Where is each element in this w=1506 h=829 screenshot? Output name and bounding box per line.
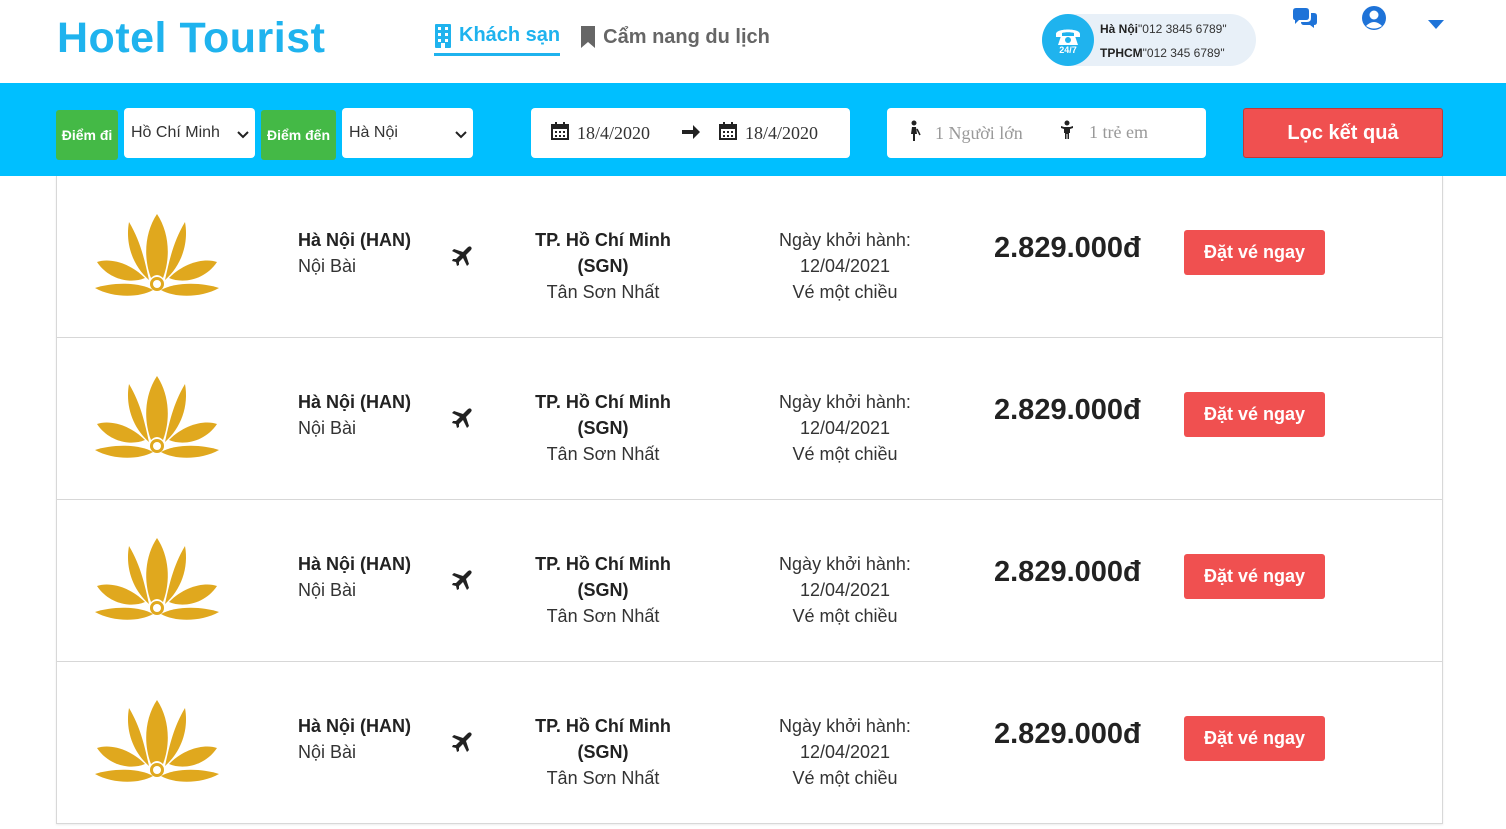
trip-type: Vé một chiều [792, 768, 898, 788]
departure-date: Ngày khởi hành: 12/04/2021 [779, 554, 911, 600]
caret-down-icon[interactable] [1428, 17, 1444, 35]
walking-person-icon [907, 120, 921, 147]
ticket-price: 2.829.000đ [994, 232, 1141, 264]
book-now-button[interactable]: Đặt vé ngay [1184, 392, 1325, 437]
nav-item-hotels[interactable]: Khách sạn [434, 22, 561, 56]
trip-type: Vé một chiều [792, 606, 898, 626]
destination-city: TP. Hồ Chí Minh (SGN) [535, 554, 671, 600]
filter-results-button[interactable]: Lọc kết quả [1243, 108, 1443, 158]
ticket-price: 2.829.000đ [994, 556, 1141, 588]
origin-city: Hà Nội (HAN) [298, 716, 411, 736]
children-count: 1 trẻ em [1089, 122, 1148, 142]
origin-info: Hà Nội (HAN) Nội Bài [298, 227, 411, 279]
nav-item-travel-guide[interactable]: Cẩm nang du lịch [580, 22, 770, 56]
destination-info: TP. Hồ Chí Minh (SGN) Tân Sơn Nhất [510, 551, 696, 629]
airplane-icon [451, 731, 473, 758]
calendar-icon [719, 122, 737, 145]
user-account-icon[interactable] [1361, 5, 1387, 36]
departure-date: Ngày khởi hành: 12/04/2021 [779, 392, 911, 438]
departure-date: Ngày khởi hành: 12/04/2021 [779, 230, 911, 276]
main-nav: Khách sạn Cẩm nang du lịch [434, 22, 770, 56]
flight-result-card: Hà Nội (HAN) Nội Bài TP. Hồ Chí Minh (SG… [56, 500, 1443, 662]
origin-airport: Nội Bài [298, 580, 357, 600]
origin-info: Hà Nội (HAN) Nội Bài [298, 551, 411, 603]
building-icon [434, 23, 452, 48]
destination-airport: Tân Sơn Nhất [546, 444, 660, 464]
lotus-logo-icon [95, 536, 219, 627]
flight-result-card: Hà Nội (HAN) Nội Bài TP. Hồ Chí Minh (SG… [56, 176, 1443, 338]
from-select[interactable]: Hồ Chí Minh [124, 108, 255, 158]
destination-info: TP. Hồ Chí Minh (SGN) Tân Sơn Nhất [510, 389, 696, 467]
origin-city: Hà Nội (HAN) [298, 554, 411, 574]
end-date[interactable]: 18/4/2020 [745, 123, 818, 144]
trip-type: Vé một chiều [792, 282, 898, 302]
departure-info: Ngày khởi hành: 12/04/2021 Vé một chiều [735, 389, 955, 467]
ticket-price: 2.829.000đ [994, 394, 1141, 426]
destination-airport: Tân Sơn Nhất [546, 606, 660, 626]
arrow-right-icon [682, 124, 700, 145]
departure-info: Ngày khởi hành: 12/04/2021 Vé một chiều [735, 551, 955, 629]
departure-info: Ngày khởi hành: 12/04/2021 Vé một chiều [735, 713, 955, 791]
destination-airport: Tân Sơn Nhất [546, 768, 660, 788]
flight-result-card: Hà Nội (HAN) Nội Bài TP. Hồ Chí Minh (SG… [56, 662, 1443, 824]
date-range-picker[interactable]: 18/4/2020 18/4/2020 [531, 108, 850, 158]
destination-city: TP. Hồ Chí Minh (SGN) [535, 230, 671, 276]
origin-airport: Nội Bài [298, 256, 357, 276]
chevron-down-icon [455, 126, 467, 144]
ticket-price: 2.829.000đ [994, 718, 1141, 750]
airplane-icon [451, 407, 473, 434]
origin-info: Hà Nội (HAN) Nội Bài [298, 389, 411, 441]
origin-airport: Nội Bài [298, 742, 357, 762]
book-now-button[interactable]: Đặt vé ngay [1184, 716, 1325, 761]
to-select[interactable]: Hà Nội [342, 108, 473, 158]
departure-info: Ngày khởi hành: 12/04/2021 Vé một chiều [735, 227, 955, 305]
lotus-logo-icon [95, 698, 219, 789]
chevron-down-icon [237, 126, 249, 144]
destination-airport: Tân Sơn Nhất [546, 282, 660, 302]
hotline-box: 24/7 Hà Nội"012 3845 6789" TPHCM"012 345… [1042, 14, 1256, 66]
flight-results-list: Hà Nội (HAN) Nội Bài TP. Hồ Chí Minh (SG… [56, 176, 1443, 824]
flight-result-card: Hà Nội (HAN) Nội Bài TP. Hồ Chí Minh (SG… [56, 338, 1443, 500]
destination-info: TP. Hồ Chí Minh (SGN) Tân Sơn Nhất [510, 227, 696, 305]
bookmark-icon [580, 26, 596, 48]
start-date[interactable]: 18/4/2020 [577, 123, 650, 144]
airplane-icon [451, 245, 473, 272]
lotus-logo-icon [95, 212, 219, 303]
origin-city: Hà Nội (HAN) [298, 230, 411, 250]
trip-type: Vé một chiều [792, 444, 898, 464]
phone-icon: 24/7 [1042, 14, 1094, 66]
adults-count: 1 Người lớn [935, 123, 1023, 143]
guest-selector[interactable]: 1 Người lớn 1 trẻ em [887, 108, 1206, 158]
top-header: Hotel Tourist Khách sạn Cẩm nang du lịch… [0, 0, 1506, 83]
nav-label: Cẩm nang du lịch [603, 25, 770, 48]
search-bar: Điểm đi Hồ Chí Minh Điểm đến Hà Nội 18/4… [0, 83, 1506, 176]
airplane-icon [451, 569, 473, 596]
nav-label: Khách sạn [459, 24, 561, 46]
book-now-button[interactable]: Đặt vé ngay [1184, 230, 1325, 275]
from-label: Điểm đi [56, 110, 118, 160]
hotline-numbers: Hà Nội"012 3845 6789" TPHCM"012 345 6789… [1100, 22, 1227, 60]
destination-city: TP. Hồ Chí Minh (SGN) [535, 716, 671, 762]
child-icon [1059, 120, 1075, 145]
to-label: Điểm đến [261, 110, 336, 160]
brand-logo[interactable]: Hotel Tourist [57, 14, 325, 63]
origin-info: Hà Nội (HAN) Nội Bài [298, 713, 411, 765]
destination-info: TP. Hồ Chí Minh (SGN) Tân Sơn Nhất [510, 713, 696, 791]
calendar-icon [551, 122, 569, 145]
destination-city: TP. Hồ Chí Minh (SGN) [535, 392, 671, 438]
lotus-logo-icon [95, 374, 219, 465]
origin-airport: Nội Bài [298, 418, 357, 438]
departure-date: Ngày khởi hành: 12/04/2021 [779, 716, 911, 762]
origin-city: Hà Nội (HAN) [298, 392, 411, 412]
chat-icon[interactable] [1292, 8, 1318, 35]
book-now-button[interactable]: Đặt vé ngay [1184, 554, 1325, 599]
